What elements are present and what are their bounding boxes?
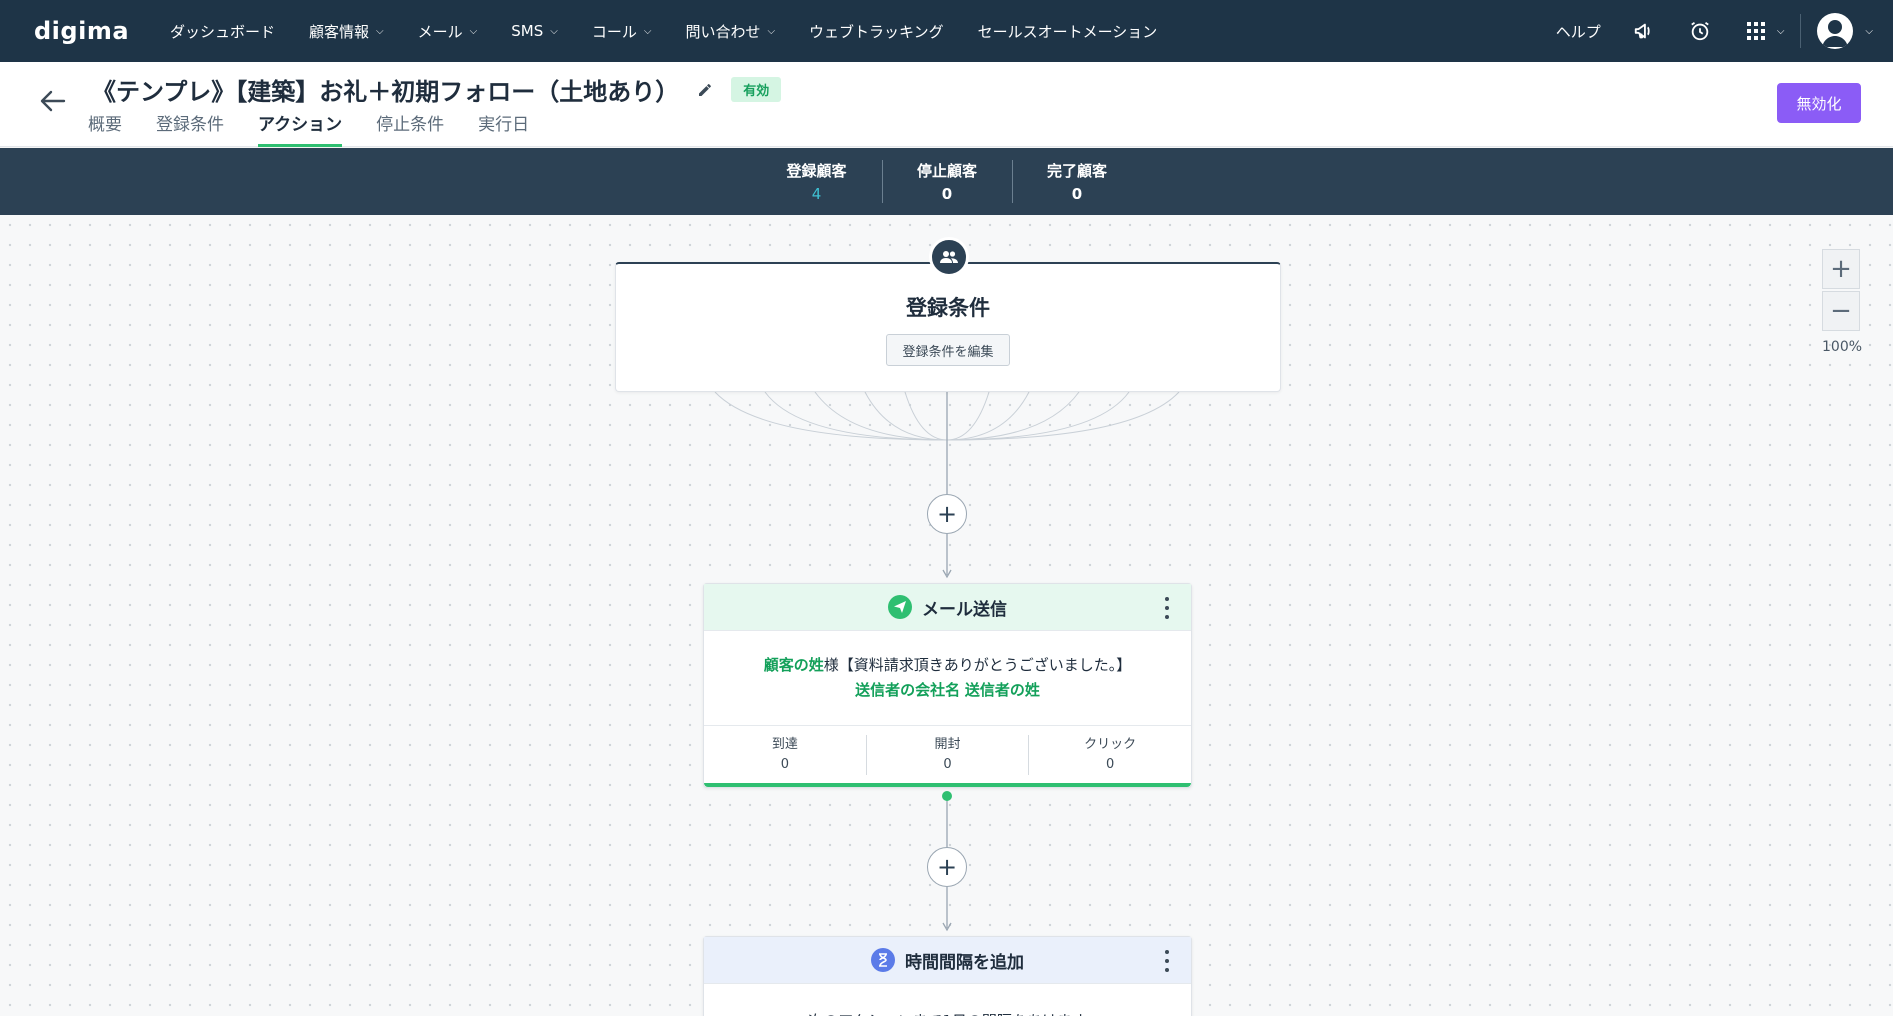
help-link[interactable]: ヘルプ <box>1556 21 1601 42</box>
flow-canvas[interactable]: + − 100% 登録条件 登録条件を編集 + メール送信 顧客の姓様【資料請求… <box>0 215 1893 1016</box>
hourglass-icon <box>871 948 895 972</box>
nav-item-web-tracking[interactable]: ウェブトラッキング <box>809 21 944 42</box>
chevron-down-icon[interactable]: ⌵ <box>1777 26 1785 37</box>
stat-label: クリック <box>1084 736 1137 752</box>
stat-value: 0 <box>941 185 953 203</box>
nav-item-call[interactable]: コール ⌵ <box>592 21 652 42</box>
tab-registration-conditions[interactable]: 登録条件 <box>156 110 224 147</box>
nav-label: SMS <box>511 22 544 40</box>
card-header: メール送信 <box>704 584 1191 631</box>
pencil-icon[interactable] <box>695 80 715 100</box>
tab-stop-conditions[interactable]: 停止条件 <box>376 110 444 147</box>
add-action-button[interactable]: + <box>927 847 967 887</box>
user-avatar[interactable] <box>1817 13 1854 49</box>
chevron-down-icon: ⌵ <box>469 25 478 37</box>
more-options-icon[interactable] <box>1163 950 1171 972</box>
stat-registered[interactable]: 登録顧客 4 <box>752 160 882 203</box>
nav-label: セールスオートメーション <box>977 22 1158 41</box>
megaphone-icon[interactable] <box>1631 18 1657 44</box>
nav-menu: ダッシュボード 顧客情報 ⌵ メール ⌵ SMS ⌵ コール ⌵ 問い合わせ ⌵ ウェブト… <box>170 0 1191 62</box>
tab-execution-date[interactable]: 実行日 <box>478 110 529 147</box>
merge-tag: 顧客の姓 <box>763 656 824 674</box>
apps-grid-icon[interactable] <box>1743 18 1769 44</box>
subject-text: 様【資料請求頂きありがとうございました。】 <box>823 656 1132 674</box>
nav-label: 問い合わせ <box>685 22 761 41</box>
card-title: 時間間隔を追加 <box>905 952 1024 973</box>
nav-label: メール <box>417 22 463 41</box>
chevron-down-icon: ⌵ <box>550 25 558 37</box>
nav-item-customer-info[interactable]: 顧客情報 ⌵ <box>309 21 384 42</box>
stat-label: 停止顧客 <box>916 162 977 180</box>
stat-value: 0 <box>943 756 952 772</box>
zoom-in-button[interactable]: + <box>1822 249 1860 289</box>
merge-tag: 送信者の姓 <box>964 681 1040 699</box>
tab-actions[interactable]: アクション <box>258 110 343 147</box>
logo-text: digima <box>34 17 130 45</box>
chevron-down-icon: ⌵ <box>376 25 384 37</box>
stat-label: 開封 <box>934 736 961 752</box>
back-arrow-icon[interactable] <box>36 84 70 118</box>
tab-overview[interactable]: 概要 <box>88 110 122 147</box>
mail-stats: 到達 0 開封 0 クリック 0 <box>704 725 1191 787</box>
top-navigation: digima ダッシュボード 顧客情報 ⌵ メール ⌵ SMS ⌵ コール ⌵ 問い合わ… <box>0 0 1893 62</box>
title-row: 《テンプレ》【建築】お礼＋初期フォロー（土地あり） 有効 <box>92 72 782 107</box>
disable-button[interactable]: 無効化 <box>1777 83 1861 123</box>
chevron-down-icon[interactable]: ⌵ <box>1865 26 1873 37</box>
nav-right-group: ヘルプ ⌵ ⌵ <box>1556 0 1893 62</box>
chevron-down-icon: ⌵ <box>767 25 776 37</box>
nav-item-dashboard[interactable]: ダッシュボード <box>170 21 275 42</box>
nav-item-mail[interactable]: メール ⌵ <box>418 21 478 42</box>
customer-stats-bar: 登録顧客 4 停止顧客 0 完了顧客 0 <box>0 148 1893 215</box>
users-icon <box>929 237 969 277</box>
zoom-out-button[interactable]: − <box>1822 291 1860 331</box>
more-options-icon[interactable] <box>1163 597 1171 619</box>
interval-description: 次のアクションまで1日の間隔をあけます <box>704 984 1191 1016</box>
nav-item-sales-automation[interactable]: セールスオートメーション <box>978 21 1158 42</box>
registration-conditions-card[interactable]: 登録条件 登録条件を編集 <box>615 237 1281 392</box>
mail-stat-opened: 開封 0 <box>865 734 1029 775</box>
stat-label: 登録顧客 <box>786 162 847 180</box>
zoom-level: 100% <box>1822 339 1863 355</box>
card-title: 登録条件 <box>906 296 990 320</box>
nav-label: 顧客情報 <box>309 22 370 41</box>
page-title: 《テンプレ》【建築】お礼＋初期フォロー（土地あり） <box>92 78 680 106</box>
stat-stopped[interactable]: 停止顧客 0 <box>881 160 1012 203</box>
mail-stat-clicked: クリック 0 <box>1028 734 1191 775</box>
stat-value: 0 <box>1106 756 1115 772</box>
add-action-button[interactable]: + <box>927 494 967 534</box>
card-title: メール送信 <box>922 599 1007 620</box>
chevron-down-icon: ⌵ <box>643 25 652 37</box>
stat-label: 完了顧客 <box>1046 162 1107 180</box>
digima-logo[interactable]: digima <box>34 17 144 45</box>
stat-value: 0 <box>780 756 789 772</box>
time-interval-action-card[interactable]: 時間間隔を追加 次のアクションまで1日の間隔をあけます <box>703 936 1192 1016</box>
zoom-controls: + − 100% <box>1822 249 1863 355</box>
mail-send-action-card[interactable]: メール送信 顧客の姓様【資料請求頂きありがとうございました。】 送信者の会社名 … <box>703 583 1192 788</box>
nav-label: ダッシュボード <box>170 22 276 41</box>
mail-subject: 顧客の姓様【資料請求頂きありがとうございました。】 送信者の会社名 送信者の姓 <box>704 631 1191 725</box>
stat-value: 4 <box>811 185 822 203</box>
nav-label: ウェブトラッキング <box>809 22 944 41</box>
paper-plane-icon <box>888 595 912 619</box>
stat-label: 到達 <box>771 736 798 752</box>
nav-item-sms[interactable]: SMS ⌵ <box>511 22 558 40</box>
nav-divider <box>1800 14 1802 48</box>
nav-item-inquiry[interactable]: 問い合わせ ⌵ <box>685 21 775 42</box>
page-header: 《テンプレ》【建築】お礼＋初期フォロー（土地あり） 有効 概要 登録条件 アクシ… <box>0 62 1893 147</box>
alarm-clock-icon[interactable] <box>1687 18 1713 44</box>
tab-bar: 概要 登録条件 アクション 停止条件 実行日 <box>88 110 563 147</box>
card-header: 時間間隔を追加 <box>704 937 1191 984</box>
stat-completed[interactable]: 完了顧客 0 <box>1011 160 1142 203</box>
stat-value: 0 <box>1071 185 1083 203</box>
mail-stat-delivered: 到達 0 <box>704 735 866 775</box>
nav-label: コール <box>591 22 637 41</box>
status-badge: 有効 <box>731 77 782 102</box>
merge-tag: 送信者の会社名 <box>855 681 961 699</box>
edit-registration-conditions-button[interactable]: 登録条件を編集 <box>886 334 1010 366</box>
